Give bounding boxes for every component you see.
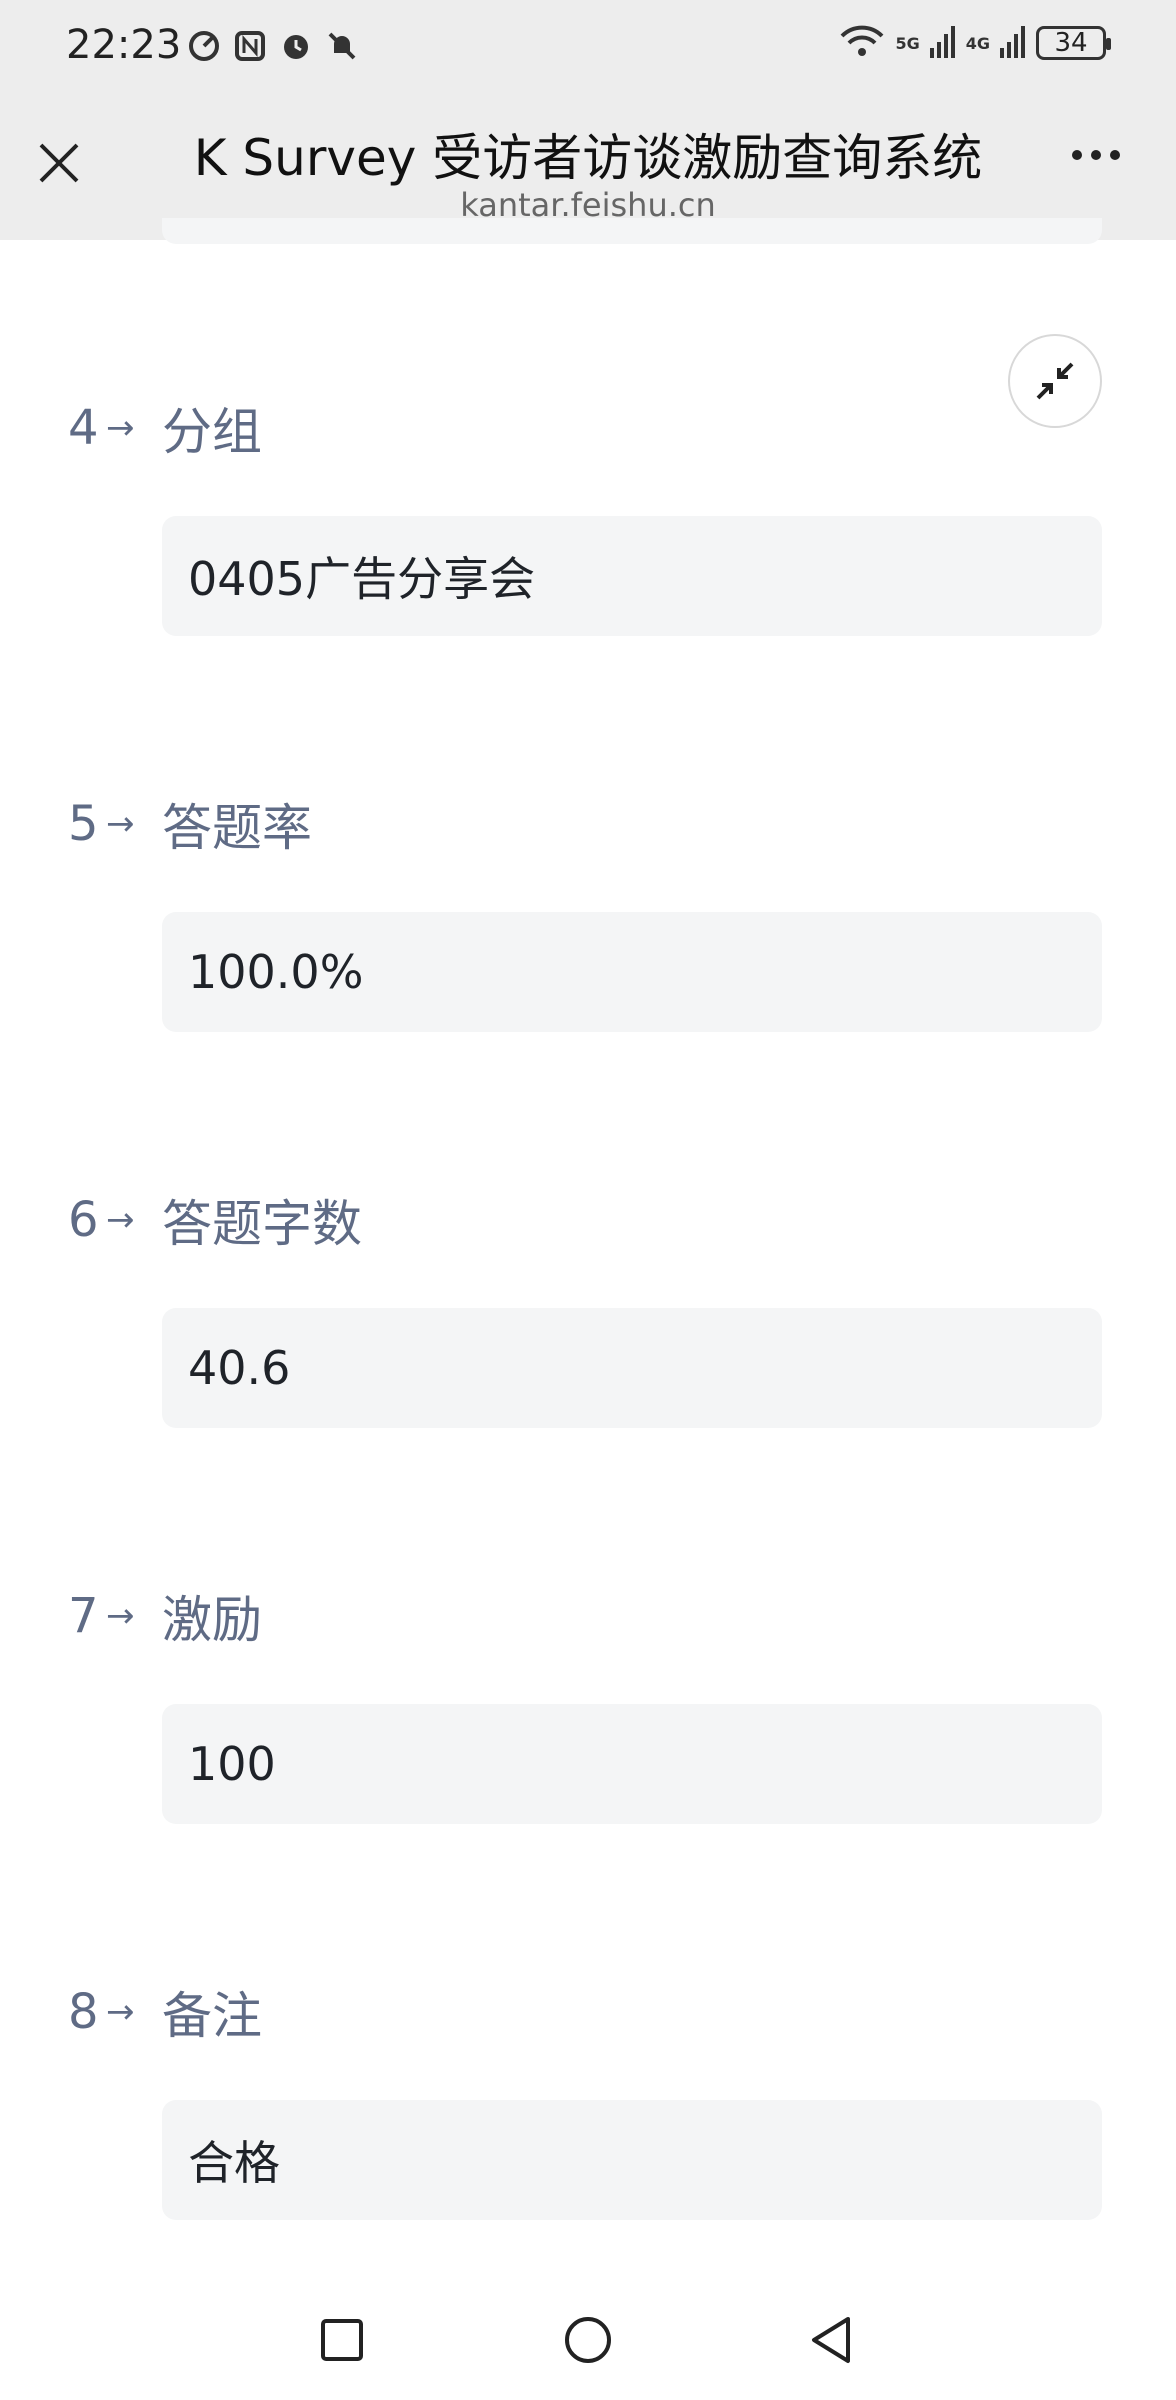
question-label: 答题率 — [162, 799, 312, 857]
question-number: 6 — [68, 1192, 99, 1248]
collapse-button[interactable] — [1008, 334, 1102, 428]
question-number: 8 — [68, 1984, 99, 2040]
question-number: 7 — [68, 1588, 99, 1644]
network-5g-label: 5G — [895, 33, 920, 53]
square-icon — [321, 2319, 363, 2361]
answer-field[interactable]: 合格 — [162, 2100, 1102, 2220]
network-4g-label: 4G — [965, 33, 990, 53]
more-button[interactable] — [1072, 150, 1120, 160]
more-icon — [1072, 150, 1082, 160]
system-nav-bar — [0, 2280, 1176, 2400]
collapse-icon — [1036, 362, 1074, 400]
circle-icon — [565, 2317, 611, 2363]
signal-4g-icon — [1000, 24, 1026, 62]
status-right: 5G 4G 34 — [839, 24, 1111, 62]
arrow-icon: → — [106, 1596, 135, 1636]
arrow-icon: → — [106, 804, 135, 844]
question-label: 分组 — [162, 403, 262, 461]
answer-field[interactable]: 100 — [162, 1704, 1102, 1824]
status-icons — [186, 28, 360, 64]
browser-header: 22:23 5G 4G 34 K Survey 受访者访谈激励查询系统 kant… — [0, 0, 1176, 240]
question-label: 备注 — [162, 1987, 262, 2045]
speed-icon — [186, 28, 222, 64]
signal-5g-icon — [929, 24, 956, 62]
arrow-icon: → — [106, 1992, 135, 2032]
wifi-icon — [839, 24, 885, 62]
recent-apps-button[interactable] — [312, 2310, 372, 2370]
arrow-icon: → — [106, 408, 135, 448]
page-title: K Survey 受访者访谈激励查询系统 — [193, 129, 983, 187]
previous-field-value — [162, 218, 1102, 244]
back-button[interactable] — [802, 2310, 862, 2370]
question-label: 激励 — [162, 1591, 262, 1649]
home-button[interactable] — [558, 2310, 618, 2370]
question-number: 5 — [68, 796, 99, 852]
answer-field[interactable]: 100.0% — [162, 912, 1102, 1032]
question-number: 4 — [68, 400, 99, 456]
nfc-icon — [232, 28, 268, 64]
triangle-back-icon — [812, 2317, 850, 2363]
answer-field[interactable]: 0405广告分享会 — [162, 516, 1102, 636]
alarm-icon — [278, 28, 314, 64]
answer-field[interactable]: 40.6 — [162, 1308, 1102, 1428]
status-time: 22:23 — [66, 22, 182, 68]
question-label: 答题字数 — [162, 1195, 362, 1253]
bell-off-icon — [324, 28, 360, 64]
arrow-icon: → — [106, 1200, 135, 1240]
battery-indicator: 34 — [1036, 26, 1111, 60]
